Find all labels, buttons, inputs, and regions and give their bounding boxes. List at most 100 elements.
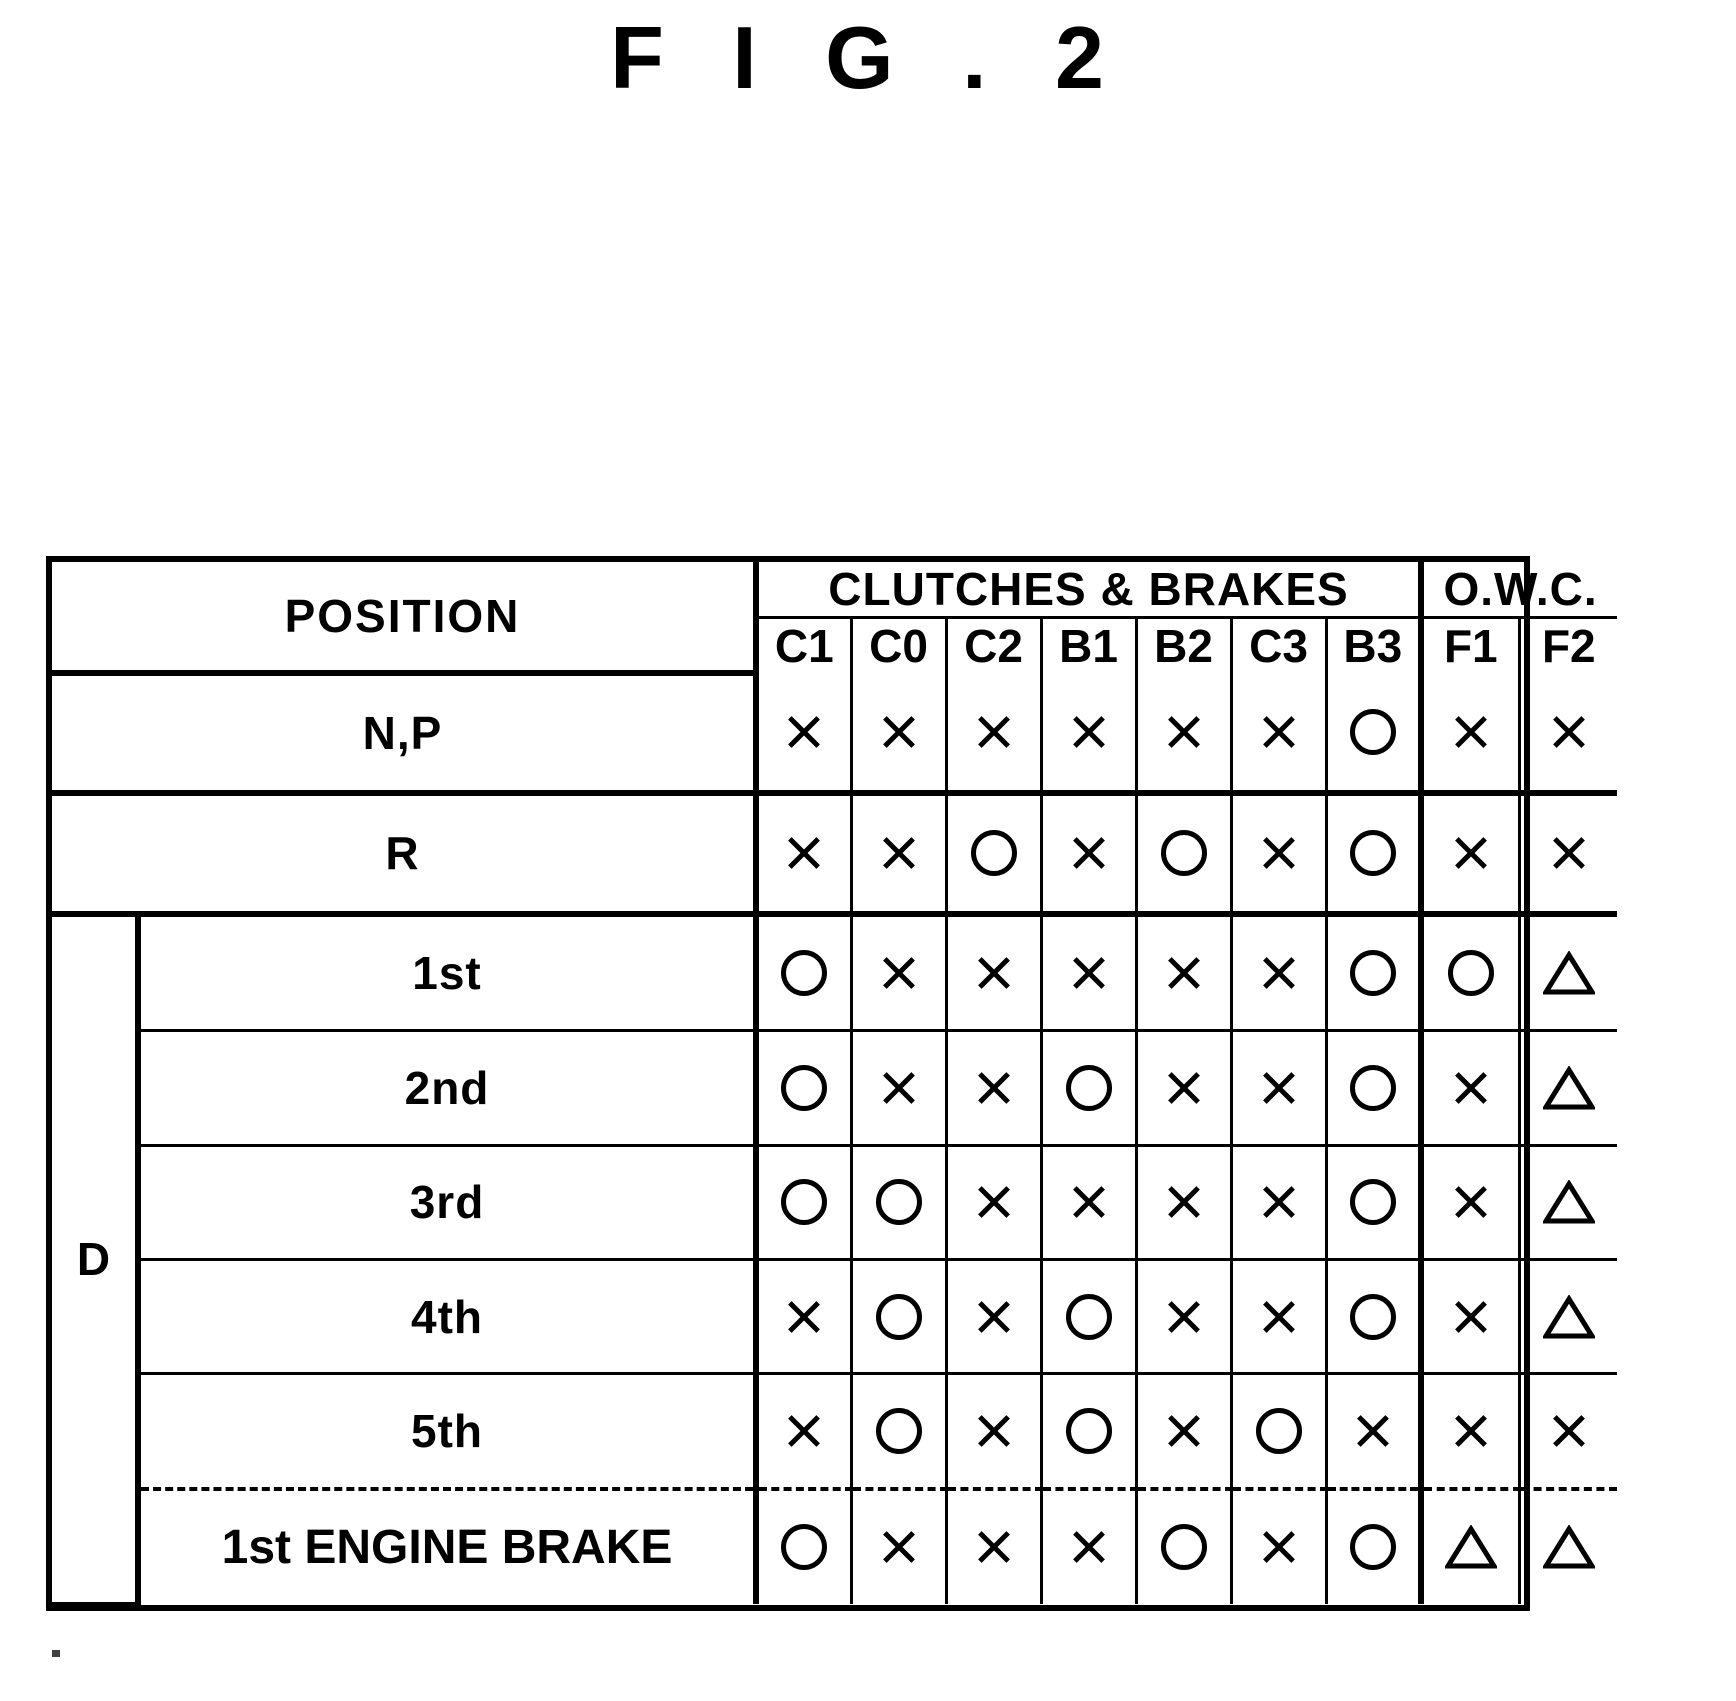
circle-icon [1349, 830, 1396, 877]
cell-symbol-cross [1138, 1375, 1230, 1487]
column-header-b1: B1 [1039, 616, 1138, 673]
cell-symbol-triangle [1521, 917, 1618, 1030]
cross-icon [974, 1182, 1014, 1222]
circle-icon [875, 1293, 922, 1340]
circle-icon [1255, 1408, 1302, 1455]
triangle-icon [1542, 1525, 1595, 1569]
cell-symbol-cross [1424, 796, 1518, 910]
cell-symbol-cross [1233, 1032, 1325, 1143]
cross-icon [1259, 1297, 1299, 1337]
cell-symbol-cross [948, 673, 1040, 790]
cross-icon [784, 1411, 824, 1451]
cell-symbol-cross [1424, 1147, 1518, 1258]
cell-2nd-c1 [754, 1029, 853, 1147]
column-header-c1: C1 [756, 616, 853, 673]
cell-5th-b3 [1324, 1372, 1425, 1491]
cross-icon [1259, 833, 1299, 873]
header-position: POSITION [52, 562, 759, 676]
cell-5th-c3 [1229, 1372, 1328, 1491]
cross-icon [1164, 1182, 1204, 1222]
cross-icon [1069, 712, 1109, 752]
cross-icon [974, 1068, 1014, 1108]
cell-symbol-circle [759, 1147, 850, 1258]
cell-symbol-cross [1424, 1032, 1518, 1143]
cross-icon [1164, 953, 1204, 993]
cross-icon [879, 1068, 919, 1108]
row-label-n-p: N,P [52, 673, 759, 797]
row-label-1st: 1st [136, 910, 759, 1033]
cell-symbol-circle [759, 917, 850, 1030]
table-row: R [52, 791, 1618, 917]
cell-symbol-cross [853, 1032, 945, 1143]
table-row: 1st ENGINE BRAKE [52, 1487, 1618, 1604]
cross-icon [1164, 1068, 1204, 1108]
cell-symbol-circle [1043, 1375, 1135, 1487]
cell-symbol-cross [1138, 673, 1230, 790]
cell-3rd-f1 [1419, 1143, 1521, 1262]
cell-n-p-c2 [944, 673, 1043, 797]
cross-icon [879, 953, 919, 993]
triangle-icon [1542, 1294, 1595, 1339]
cell-symbol-cross [1043, 1491, 1135, 1603]
cell-symbol-triangle [1424, 1491, 1518, 1603]
cell-symbol-triangle [1521, 1032, 1618, 1143]
header-clutches-brakes: CLUTCHES & BRAKES [754, 562, 1425, 619]
cell-n-p-b1 [1039, 673, 1138, 797]
cross-icon [1069, 953, 1109, 993]
cell-2nd-c0 [849, 1029, 948, 1147]
cell-symbol-cross [759, 1375, 850, 1487]
cell-4th-c1 [754, 1258, 853, 1376]
cell-symbol-cross [1138, 917, 1230, 1030]
column-header-c0: C0 [849, 616, 948, 673]
cell-r-f1 [1419, 791, 1521, 917]
table-row: 3rd [52, 1143, 1618, 1262]
circle-icon [1349, 1293, 1396, 1340]
column-header-b3: B3 [1324, 616, 1425, 673]
table-head: POSITION CLUTCHES & BRAKES O.W.C. C1 C0 … [52, 562, 1618, 676]
cell-3rd-b2 [1134, 1143, 1233, 1262]
cell-2nd-f1 [1419, 1029, 1521, 1147]
row-label-2nd: 2nd [138, 1029, 759, 1147]
cell-4th-b3 [1324, 1258, 1425, 1376]
circle-icon [875, 1179, 922, 1226]
triangle-icon [1444, 1525, 1497, 1569]
cell-symbol-cross [1521, 673, 1618, 790]
cross-icon [1069, 1527, 1109, 1567]
circle-icon [1447, 950, 1494, 997]
cross-icon [784, 1297, 824, 1337]
cell-n-p-f2 [1517, 673, 1618, 797]
cell-3rd-b3 [1324, 1143, 1425, 1262]
cell-symbol-cross [948, 1375, 1040, 1487]
cell-symbol-circle [1424, 917, 1518, 1030]
cell-2nd-b1 [1039, 1029, 1138, 1147]
column-header-f1: F1 [1419, 616, 1521, 673]
cell-symbol-cross [1328, 1375, 1419, 1487]
cell-r-b1 [1039, 791, 1138, 917]
cell-symbol-cross [1138, 1032, 1230, 1143]
cell-symbol-cross [948, 1147, 1040, 1258]
cell-symbol-cross [948, 1032, 1040, 1143]
cell-4th-c0 [849, 1258, 948, 1376]
engagement-matrix: POSITION CLUTCHES & BRAKES O.W.C. C1 C0 … [52, 562, 1618, 1605]
circle-icon [781, 1524, 828, 1571]
cell-symbol-circle [759, 1032, 850, 1143]
cell-symbol-circle [853, 1375, 945, 1487]
cell-3rd-c3 [1229, 1143, 1328, 1262]
cell-4th-f1 [1419, 1258, 1521, 1376]
cell-symbol-circle [1328, 1491, 1419, 1603]
cell-2nd-c3 [1229, 1029, 1328, 1147]
cell-4th-c3 [1229, 1258, 1328, 1376]
circle-icon [875, 1408, 922, 1455]
row-label-r: R [52, 791, 759, 917]
cross-icon [1451, 1411, 1491, 1451]
table-row: 2nd [52, 1029, 1618, 1147]
cell-3rd-b1 [1039, 1143, 1138, 1262]
cell-4th-c2 [944, 1258, 1043, 1376]
cell-symbol-cross [1043, 1147, 1135, 1258]
cell-n-p-c0 [849, 673, 948, 797]
cell-r-b2 [1134, 791, 1233, 917]
cross-icon [1451, 833, 1491, 873]
circle-icon [781, 1065, 828, 1112]
cell-symbol-cross [1424, 673, 1518, 790]
cell-r-f2 [1517, 791, 1618, 917]
